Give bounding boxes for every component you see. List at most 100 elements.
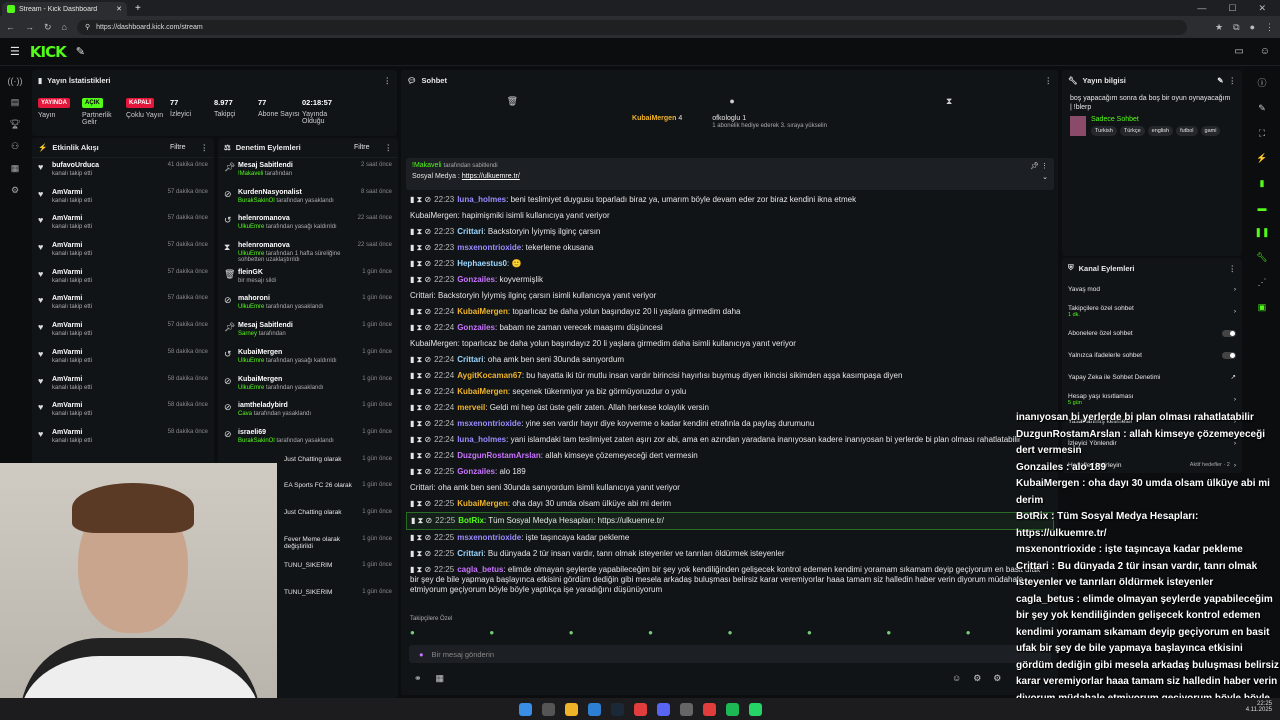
emote[interactable]: ● [807, 628, 812, 637]
chat-message[interactable]: ▮ ⧗ ⊘ 22:23 Gonzailes: koyvermişlik [406, 272, 1054, 288]
top-gifter[interactable]: KubaiMergen [632, 115, 676, 122]
settings-icon[interactable]: ⚙ [11, 185, 19, 196]
chat-message[interactable]: ▮ ⧗ ⊘ 22:25 msxenontrioxide: işte taşıncay… [406, 530, 1054, 546]
chat-message[interactable]: ▮ ⧗ ⊘ 22:24 merveil: Geldi mi hep üst üste… [406, 400, 1054, 416]
username[interactable]: helenromanova [238, 242, 353, 249]
username[interactable]: mahoroni [238, 295, 357, 302]
username[interactable]: AmVarmi [52, 429, 163, 436]
chat-message[interactable]: ▮ ⧗ ⊘ 22:24 DuzgunRostamArslan: allah kims… [406, 448, 1054, 464]
chevron-right-icon[interactable]: › [1234, 286, 1236, 293]
minimize-icon[interactable]: — [1197, 3, 1206, 14]
list-item[interactable]: ♥ AmVarmi kanalı takip etti 57 dakika önce [32, 211, 214, 238]
moderator-name[interactable]: UlkuEmre [238, 385, 264, 391]
info-icon[interactable]: ⓘ [1257, 76, 1266, 89]
filter-button[interactable]: Filtre [354, 144, 370, 151]
share-icon[interactable]: ⋰ [1258, 277, 1267, 288]
mod-tools-icon[interactable]: ▮ ⧗ ⊘ [410, 499, 431, 508]
username[interactable]: AmVarmi [52, 295, 163, 302]
edit-icon[interactable]: ✎ [1217, 76, 1223, 85]
chevron-right-icon[interactable]: › [1234, 396, 1236, 403]
tag[interactable]: gami [1200, 126, 1221, 136]
mod-tools-icon[interactable]: ▮ ⧗ ⊘ [410, 307, 431, 316]
mod-tools-icon[interactable]: ▮ ⧗ ⊘ [410, 419, 431, 428]
app-icon[interactable] [679, 702, 693, 716]
bolt-icon[interactable]: ⚡ [1256, 153, 1267, 164]
pinned-link[interactable]: https://ulkuemre.tr/ [462, 173, 520, 180]
expand-icon[interactable]: ⛶ [1259, 128, 1265, 139]
trash-icon[interactable]: 🗑︎ [507, 96, 518, 107]
username[interactable]: KubaiMergen [238, 349, 357, 356]
broadcast-icon[interactable]: ((·)) [8, 76, 23, 86]
mod-tools-icon[interactable]: ▮ ⧗ ⊘ [410, 195, 431, 204]
more-icon[interactable]: ⋮ [1229, 264, 1237, 273]
mod-tools-icon[interactable]: ▮ ⧗ ⊘ [410, 275, 431, 284]
list-item[interactable]: ♥ AmVarmi kanalı takip etti 58 dakika önce [32, 372, 214, 399]
wrench-icon[interactable]: 🔧︎ [1256, 252, 1267, 263]
more-options-icon[interactable]: ⚙ [993, 673, 1001, 684]
more-icon[interactable]: ⋮ [1045, 76, 1053, 85]
list-item[interactable]: Just Chatting olarak 1 gün önce [278, 452, 398, 479]
account-icon[interactable]: ☺ [1260, 46, 1270, 57]
list-item[interactable]: ♥ AmVarmi kanalı takip etti 57 dakika önce [32, 265, 214, 292]
chat-message[interactable]: ▮ ⧗ ⊘ 22:23 msxenontrioxide: tekerleme oku… [406, 240, 1054, 256]
gift-user[interactable]: ofkologlu [712, 115, 740, 122]
username[interactable]: AmVarmi [52, 242, 163, 249]
reload-icon[interactable]: ↻ [44, 22, 52, 33]
list-item[interactable]: ♥ AmVarmi kanalı takip etti 57 dakika önce [32, 318, 214, 345]
list-item[interactable]: ⊘ israeli69 BurakSakinOl tarafından yasakl… [218, 425, 398, 452]
chat-message[interactable]: ▮ ⧗ ⊘ 22:24 luna_holmes: yani islamdaki ta… [406, 432, 1054, 448]
whatsapp-icon[interactable] [748, 702, 762, 716]
mod-tools-icon[interactable]: ▮ ⧗ ⊘ [410, 451, 431, 460]
steam-icon[interactable] [610, 702, 624, 716]
explorer-icon[interactable] [564, 702, 578, 716]
more-icon[interactable]: ⋮ [384, 76, 392, 85]
username[interactable]: AmVarmi [52, 402, 163, 409]
mod-tools-icon[interactable]: ▮ ⧗ ⊘ [410, 565, 431, 574]
moderator-name[interactable]: BurakSakinOl [238, 438, 275, 444]
username[interactable]: luna_holmes [457, 195, 506, 204]
list-item[interactable]: 🗑︎ fleinGK bir mesajı sildi 1 gün önce [218, 265, 398, 292]
username[interactable]: BotRix [458, 516, 484, 525]
username[interactable]: AmVarmi [52, 215, 163, 222]
close-icon[interactable]: ✕ [116, 5, 122, 13]
chevron-down-icon[interactable]: ⌄ [1042, 173, 1048, 181]
system-clock[interactable]: 22:25 4.11.2025 [1246, 701, 1272, 713]
app-icon[interactable] [633, 702, 647, 716]
chevron-right-icon[interactable]: › [1234, 308, 1236, 315]
moderator-name[interactable]: Cava [238, 411, 252, 417]
extensions-icon[interactable]: ⧉ [1233, 22, 1239, 33]
list-item[interactable]: EA Sports FC 26 olarak 1 gün önce [278, 478, 398, 505]
chat-message[interactable]: ▮ ⧗ ⊘ 22:24 AygitKocaman67: bu hayatta iki… [406, 368, 1054, 384]
username[interactable]: Crittari [457, 227, 483, 236]
layout-icon[interactable]: ▭ [1234, 46, 1243, 57]
list-item[interactable]: ♥ AmVarmi kanalı takip etti 57 dakika önce [32, 185, 214, 212]
moderator-name[interactable]: UlkuEmre [238, 224, 264, 230]
mod-tools-icon[interactable]: ▮ ⧗ ⊘ [410, 227, 431, 236]
moderator-name[interactable]: Sarney [238, 331, 257, 337]
tag[interactable]: english [1147, 126, 1174, 136]
pin-icon[interactable]: 📌︎ ⋮ [1030, 162, 1048, 170]
moderator-name[interactable]: !Makaveli [238, 171, 263, 177]
username[interactable]: Gonzailes [457, 467, 495, 476]
chat-message[interactable]: ▮ ⧗ ⊘ 22:24 KubaiMergen: seçenek tükenmiyo… [406, 384, 1054, 400]
moderator-name[interactable]: BurakSakinOl [238, 198, 275, 204]
more-icon[interactable]: ⋮ [1229, 76, 1237, 85]
username[interactable]: KubaiMergen [457, 499, 508, 508]
chat-message[interactable]: ▮ ⧗ ⊘ 22:24 Gonzailes: babam ne zaman vere… [406, 320, 1054, 336]
moderator-name[interactable]: UlkuEmre [238, 304, 264, 310]
username[interactable]: Crittari [457, 549, 483, 558]
chat-message[interactable]: ▮ ⧗ ⊘ 22:24 KubaiMergen: toparlıcaz be dah… [406, 304, 1054, 320]
mod-tools-icon[interactable]: ▮ ⧗ ⊘ [410, 467, 431, 476]
analytics-icon[interactable]: ▦ [11, 163, 20, 174]
chat-message[interactable]: ▮ ⧗ ⊘ 22:25 cagla_betus: elimde olmayan şe… [406, 562, 1054, 598]
username[interactable]: AmVarmi [52, 189, 163, 196]
obs-icon[interactable] [702, 702, 716, 716]
channel-action[interactable]: Abonelere özel sohbet [1062, 322, 1242, 344]
chat-message[interactable]: ▮ ⧗ ⊘ 22:24 msxenontrioxide: yine sen vard… [406, 416, 1054, 432]
username[interactable]: Crittari [457, 355, 483, 364]
chat-message[interactable]: ▮ ⧗ ⊘ 22:25 Crittari: Bu dünyada 2 tür ins… [406, 546, 1054, 562]
chat-message[interactable]: ▮ ⧗ ⊘ 22:25 KubaiMergen: oha dayı 30 umda … [406, 496, 1054, 512]
url-field[interactable]: ⚲ https://dashboard.kick.com/stream [76, 19, 1187, 35]
mod-tools-icon[interactable]: ▮ ⧗ ⊘ [410, 403, 431, 412]
tag[interactable]: futbol [1176, 126, 1198, 136]
